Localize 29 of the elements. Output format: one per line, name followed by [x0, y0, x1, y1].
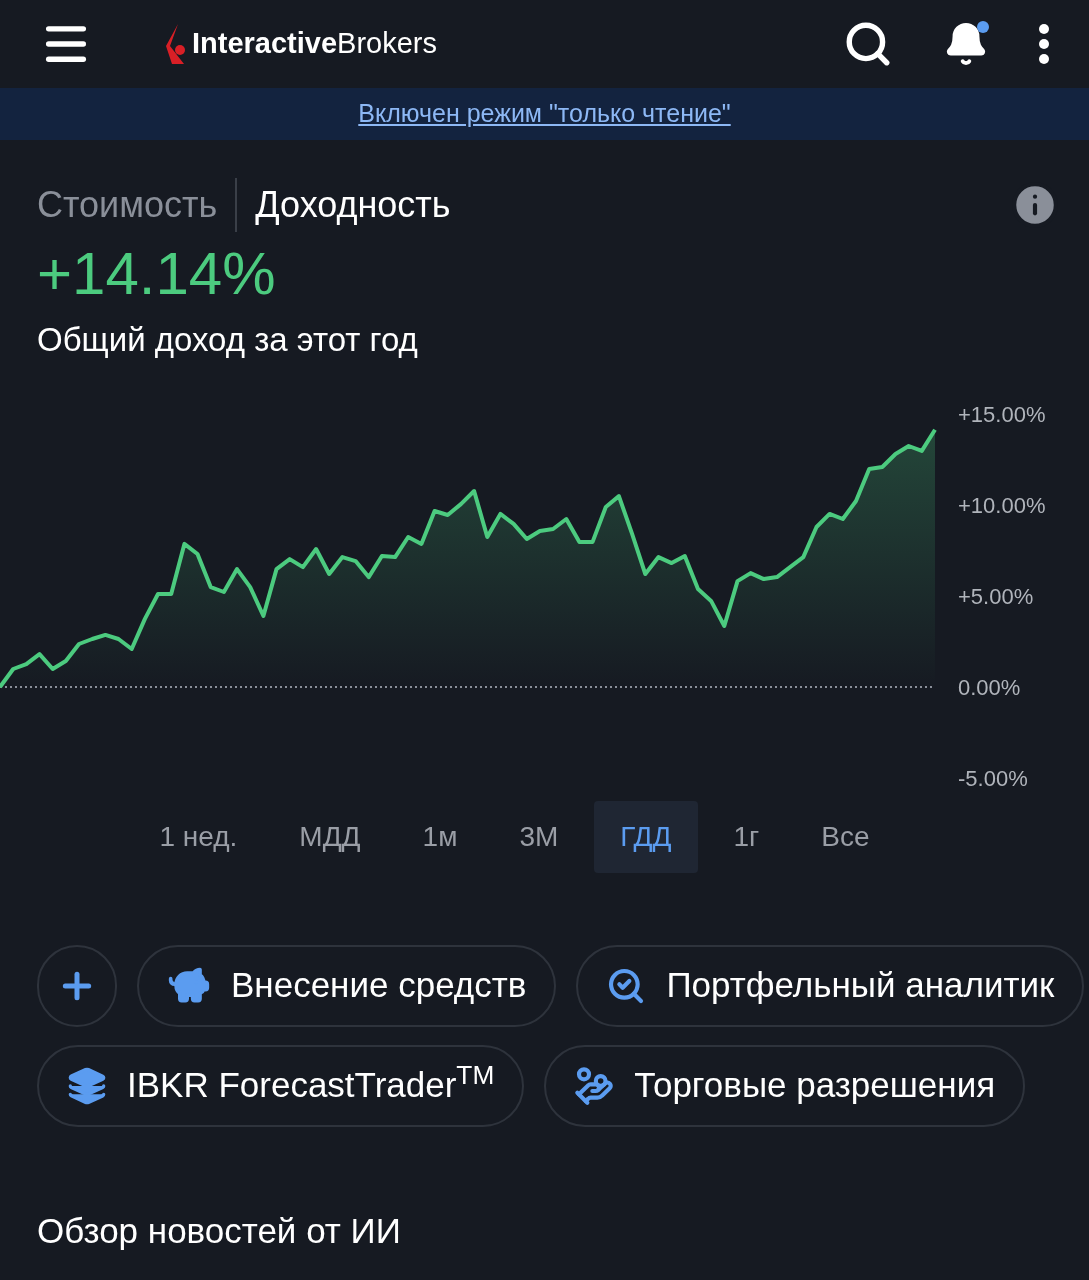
action-chip[interactable]: Портфельный аналитик [576, 944, 1085, 1027]
more-button[interactable] [1039, 24, 1049, 64]
more-icon [1039, 24, 1049, 64]
axis-label: +5.00% [958, 583, 1034, 609]
period-tab[interactable]: Все [795, 800, 896, 873]
read-only-link[interactable]: Включен режим "только чтение" [358, 95, 731, 133]
action-chip[interactable]: Внесение средств [137, 944, 557, 1027]
hand-icon [574, 1065, 615, 1106]
axis-label: +15.00% [958, 401, 1046, 427]
view-tab[interactable]: Стоимость [37, 178, 238, 232]
news-title: Обзор новостей от ИИ [36, 1209, 402, 1252]
return-caption: Общий доход за этот год [37, 320, 419, 360]
view-tab[interactable]: Доходность [237, 178, 451, 232]
period-tab[interactable]: 1г [707, 800, 786, 873]
axis-label: +10.00% [958, 492, 1046, 518]
action-chip[interactable]: Торговые разрешения [544, 1044, 1026, 1127]
period-tab[interactable]: 1м [396, 800, 484, 873]
period-tab[interactable]: МДД [273, 800, 387, 873]
axis-label: -5.00% [958, 765, 1028, 791]
logo-icon [164, 24, 188, 64]
period-tab[interactable]: ГДД [594, 800, 698, 873]
logo-text: InteractiveBrokers [192, 26, 437, 62]
layers-icon [67, 1065, 107, 1106]
return-value: +14.14% [37, 239, 277, 309]
period-tab[interactable]: 3М [493, 800, 585, 873]
add-button[interactable] [37, 944, 117, 1027]
action-chip[interactable]: IBKR ForecastTrader$^{TM}$ [37, 1044, 525, 1127]
period-tab[interactable]: 1 нед. [133, 800, 264, 873]
axis-label: 0.00% [958, 674, 1021, 700]
